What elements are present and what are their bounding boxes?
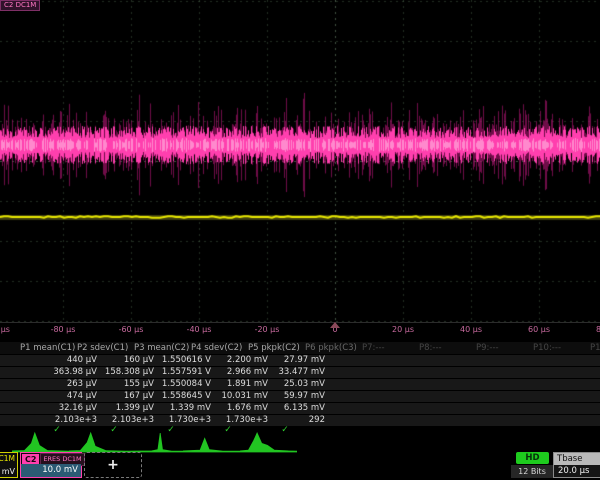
time-axis-label: 80 µs (596, 325, 600, 334)
channel-c1-descriptor[interactable]: DC1M 0 mV (0, 452, 18, 478)
measurement-value: 1.557591 V (154, 367, 211, 378)
measurement-header-2[interactable]: P2 sdev(C1) (77, 342, 128, 354)
measurement-header-9[interactable]: P9:--- (476, 342, 499, 354)
measurement-histicons[interactable] (12, 431, 297, 453)
measurement-value: 10.031 mV (211, 391, 268, 402)
measurement-header-7[interactable]: P7:--- (362, 342, 385, 354)
measurement-row: 474 µV167 µV1.558645 V10.031 mV59.97 mV (0, 390, 600, 402)
c1-coupling-tag: DC1M (0, 454, 15, 463)
measurement-value-rows: 440 µV160 µV1.550616 V2.200 mV27.97 mV36… (0, 354, 600, 426)
measurement-value: 1.891 mV (211, 379, 268, 390)
measurement-value: 6.135 mV (268, 403, 325, 414)
time-axis: -100 µs-80 µs-60 µs-40 µs-20 µs020 µs40 … (0, 323, 600, 339)
c2-label: C2 (22, 454, 39, 465)
measurement-header-4[interactable]: P4 sdev(C2) (191, 342, 242, 354)
histicon-p2[interactable] (69, 431, 126, 453)
measurement-value: 59.97 mV (268, 391, 325, 402)
time-axis-label: -40 µs (187, 325, 212, 334)
time-axis-label: 60 µs (528, 325, 550, 334)
measurement-value: 158.308 µV (97, 367, 154, 378)
measurement-value: 32.16 µV (40, 403, 97, 414)
time-axis-label: -100 µs (0, 325, 10, 334)
measurement-header-5[interactable]: P5 pkpk(C2) (248, 342, 300, 354)
measurement-row: 263 µV155 µV1.550084 V1.891 mV25.03 mV (0, 378, 600, 390)
waveform-grid[interactable]: C2 DC1M (0, 0, 600, 323)
histicon-p3[interactable] (126, 431, 183, 453)
measurement-header-8[interactable]: P8:--- (419, 342, 442, 354)
measurement-value: 1.399 µV (97, 403, 154, 414)
measurement-value: 440 µV (40, 355, 97, 366)
measurement-header-row: P1 mean(C1)P2 sdev(C1) P3 mean(C2)P4 sdev… (0, 342, 600, 354)
timebase-value: 20.0 µs (554, 465, 600, 478)
measurement-value: 2.200 mV (211, 355, 268, 366)
measurement-row: 363.98 µV158.308 µV1.557591 V2.966 mV33.… (0, 366, 600, 378)
hd-mode-badge[interactable]: HD (516, 452, 549, 464)
measurement-value: 33.477 mV (268, 367, 325, 378)
hd-bits-label: 12 Bits (511, 465, 553, 478)
measurement-value: 2.966 mV (211, 367, 268, 378)
measurement-value: 1.339 mV (154, 403, 211, 414)
measurement-value: 160 µV (97, 355, 154, 366)
measurement-value: 27.97 mV (268, 355, 325, 366)
timebase-title: Tbase (554, 453, 600, 465)
c1-scale-value: 0 mV (0, 467, 15, 476)
time-axis-label: -20 µs (255, 325, 280, 334)
measurement-value: 1.550084 V (154, 379, 211, 390)
plus-icon: + (107, 457, 119, 473)
timebase-descriptor[interactable]: Tbase 20.0 µs (553, 452, 600, 478)
time-axis-label: -80 µs (51, 325, 76, 334)
measurement-header-6[interactable]: P6 pkpk(C3) (305, 342, 357, 354)
time-axis-label: 40 µs (460, 325, 482, 334)
histicon-p4[interactable] (183, 431, 240, 453)
c2-scale-value: 10.0 mV (21, 464, 81, 477)
measurement-table: P1 mean(C1)P2 sdev(C1) P3 mean(C2)P4 sdev… (0, 342, 600, 437)
measurement-value: 363.98 µV (40, 367, 97, 378)
measurement-row: 32.16 µV1.399 µV1.339 mV1.676 mV6.135 mV (0, 402, 600, 414)
measurement-value: 1.550616 V (154, 355, 211, 366)
measurement-header-1[interactable]: P1 mean(C1) (20, 342, 75, 354)
measurement-header-11[interactable]: P11:--- (590, 342, 600, 354)
waveform-canvas[interactable] (0, 0, 600, 322)
measurement-value: 167 µV (97, 391, 154, 402)
measurement-row: 440 µV160 µV1.550616 V2.200 mV27.97 mV (0, 354, 600, 366)
measurement-value: 1.676 mV (211, 403, 268, 414)
time-axis-label: -60 µs (119, 325, 144, 334)
channel-c2-descriptor[interactable]: C2 ERES DC1M 10.0 mV (20, 452, 82, 478)
measurement-value: 474 µV (40, 391, 97, 402)
measurement-value: 1.558645 V (154, 391, 211, 402)
time-axis-label: 20 µs (392, 325, 414, 334)
measurement-header-3[interactable]: P3 mean(C2) (134, 342, 189, 354)
measurement-value: 155 µV (97, 379, 154, 390)
trigger-position-marker[interactable] (330, 322, 340, 328)
trace-descriptor-badge: C2 DC1M (0, 0, 40, 11)
histicon-p1[interactable] (12, 431, 69, 453)
histicon-p5[interactable] (240, 431, 297, 453)
measurement-header-10[interactable]: P10:--- (533, 342, 561, 354)
measurement-value: 25.03 mV (268, 379, 325, 390)
measurement-value: 263 µV (40, 379, 97, 390)
add-trace-button[interactable]: + (84, 452, 142, 478)
